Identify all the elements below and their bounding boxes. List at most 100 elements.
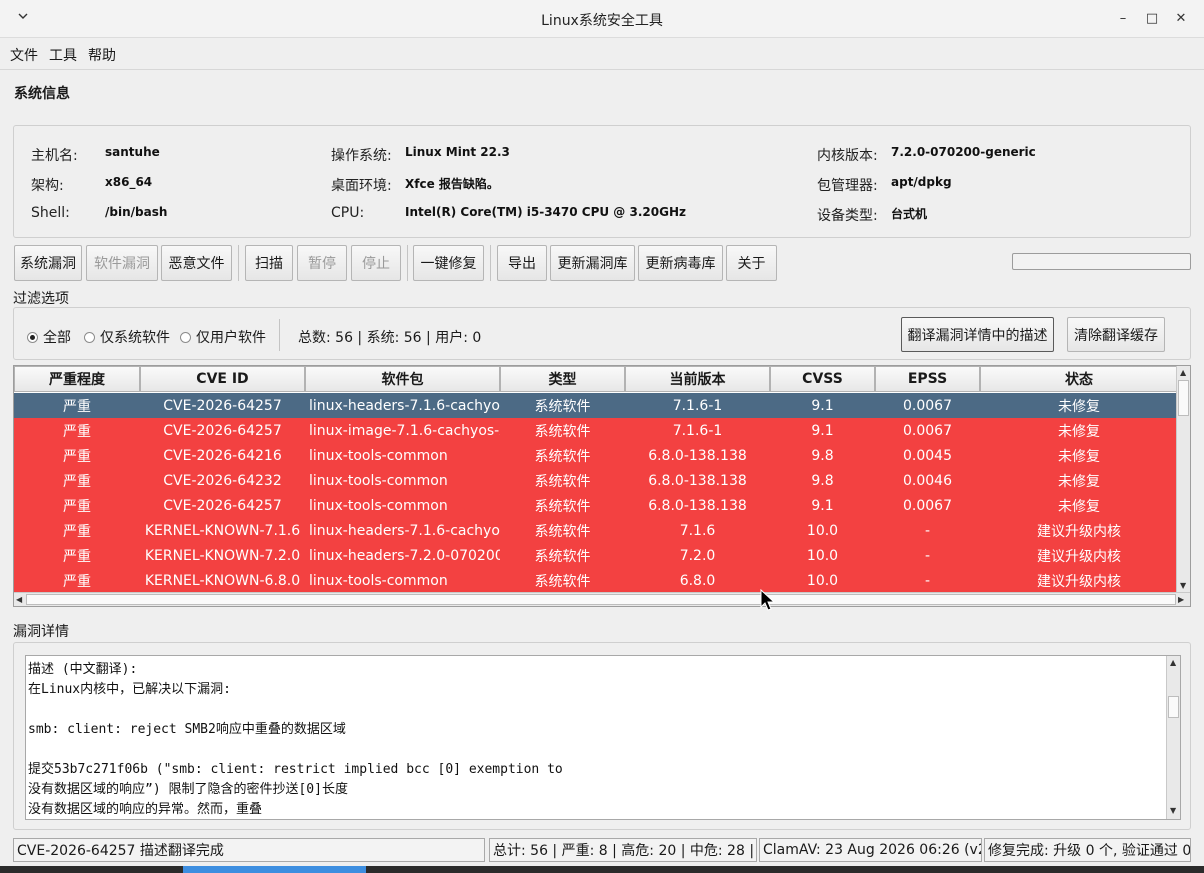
- taskbar: [0, 866, 1204, 873]
- cell-status: 建议升级内核: [1037, 523, 1121, 540]
- table-horizontal-scrollbar[interactable]: ◀ ▶: [14, 592, 1190, 606]
- cell-type: 系统软件: [534, 548, 591, 565]
- radio-all[interactable]: 全部: [27, 327, 71, 347]
- one-click-fix-button[interactable]: 一键修复: [413, 245, 484, 281]
- toolbar-separator: [238, 245, 239, 281]
- table-row[interactable]: 严重 KERNEL-KNOWN-6.8.0 linux-tools-common 系统…: [14, 568, 1178, 593]
- cell-package: linux-tools-common: [309, 497, 448, 514]
- close-button[interactable]: ✕: [1168, 6, 1194, 32]
- scroll-down-icon[interactable]: ▼: [1170, 806, 1176, 816]
- update-virus-db-button[interactable]: 更新病毒库: [638, 245, 723, 281]
- hostname-value: santuhe: [105, 145, 160, 159]
- col-package[interactable]: 软件包: [305, 366, 500, 392]
- col-status[interactable]: 状态: [980, 366, 1178, 392]
- radio-system-only-label: 仅系统软件: [100, 330, 170, 346]
- malware-button[interactable]: 恶意文件: [161, 245, 232, 281]
- details-text-area[interactable]: 描述 (中文翻译): 在Linux内核中，已解决以下漏洞: smb: client:…: [25, 655, 1181, 820]
- scroll-thumb[interactable]: [1178, 380, 1189, 416]
- menu-help[interactable]: 帮助: [88, 45, 116, 65]
- cell-package: linux-headers-7.1.6-cachyos-x: [309, 522, 500, 539]
- details-vertical-scrollbar[interactable]: ▲ ▼: [1166, 656, 1180, 819]
- cell-epss: -: [924, 572, 931, 589]
- arch-label: 架构:: [31, 178, 64, 194]
- minimize-button[interactable]: –: [1110, 6, 1136, 32]
- arch-value: x86_64: [105, 175, 153, 189]
- maximize-button[interactable]: □: [1139, 6, 1165, 32]
- cell-package: linux-image-7.1.6-cachyos-x64: [309, 422, 500, 439]
- software-vuln-button[interactable]: 软件漏洞: [86, 245, 158, 281]
- pause-button[interactable]: 暂停: [297, 245, 347, 281]
- col-cve-id[interactable]: CVE ID: [140, 366, 305, 392]
- system-info-panel: [13, 125, 1191, 238]
- radio-user-only-label: 仅用户软件: [196, 330, 266, 346]
- scroll-down-icon[interactable]: ▼: [1180, 581, 1186, 591]
- cell-severity: 严重: [63, 573, 91, 590]
- os-label: 操作系统:: [331, 148, 392, 164]
- table-row[interactable]: 严重 CVE-2026-64216 linux-tools-common 系统软件 6.…: [14, 443, 1178, 468]
- scroll-up-icon[interactable]: ▲: [1180, 368, 1186, 378]
- cell-epss: -: [924, 522, 931, 539]
- cell-current-version: 6.8.0-138.138: [648, 447, 747, 464]
- cell-status: 未修复: [1058, 423, 1100, 440]
- cell-cvss: 9.1: [811, 497, 834, 514]
- table-row[interactable]: 严重 CVE-2026-64257 linux-tools-common 系统软件 6.…: [14, 493, 1178, 518]
- table-row[interactable]: 严重 CVE-2026-64257 linux-image-7.1.6-cachyo…: [14, 418, 1178, 443]
- clear-translation-cache-button[interactable]: 清除翻译缓存: [1067, 317, 1165, 352]
- scan-button[interactable]: 扫描: [245, 245, 293, 281]
- system-vuln-button[interactable]: 系统漏洞: [14, 245, 82, 281]
- scroll-up-icon[interactable]: ▲: [1170, 658, 1176, 668]
- cell-severity: 严重: [63, 523, 91, 540]
- radio-user-only[interactable]: 仅用户软件: [180, 327, 266, 347]
- table-body: 严重 CVE-2026-64257 linux-headers-7.1.6-cach…: [14, 393, 1178, 593]
- col-epss[interactable]: EPSS: [875, 366, 980, 392]
- scroll-right-icon[interactable]: ▶: [1178, 595, 1184, 605]
- cell-type: 系统软件: [534, 573, 591, 590]
- stop-button[interactable]: 停止: [351, 245, 401, 281]
- cell-status: 未修复: [1058, 398, 1100, 415]
- toolbar-separator: [490, 245, 491, 281]
- cell-severity: 严重: [63, 548, 91, 565]
- cell-status: 建议升级内核: [1037, 548, 1121, 565]
- table-row[interactable]: 严重 KERNEL-KNOWN-7.1.6 linux-headers-7.1.6-…: [14, 518, 1178, 543]
- table-vertical-scrollbar[interactable]: ▲ ▼: [1176, 366, 1190, 593]
- details-line: 没有数据区域的响应”) 限制了隐含的密件抄送[0]长度: [28, 782, 348, 797]
- export-button[interactable]: 导出: [497, 245, 547, 281]
- about-button[interactable]: 关于: [726, 245, 777, 281]
- status-fix: 修复完成: 升级 0 个, 验证通过 0 个: [984, 838, 1191, 862]
- cell-epss: 0.0046: [903, 472, 952, 489]
- col-severity[interactable]: 严重程度: [14, 366, 140, 392]
- scroll-thumb[interactable]: [26, 594, 1176, 605]
- details-line: [28, 700, 563, 720]
- cell-status: 未修复: [1058, 473, 1100, 490]
- cell-cve-id: KERNEL-KNOWN-7.2.0: [144, 547, 301, 564]
- cell-type: 系统软件: [534, 498, 591, 515]
- radio-system-only[interactable]: 仅系统软件: [84, 327, 170, 347]
- cell-status: 建议升级内核: [1037, 573, 1121, 590]
- details-line: 没有数据区域的响应的异常。然而，重叠: [28, 802, 263, 817]
- radio-unchecked-icon: [84, 331, 95, 343]
- cell-package: linux-headers-7.2.0-070200: [309, 547, 500, 564]
- scroll-left-icon[interactable]: ◀: [16, 595, 22, 605]
- col-current-version[interactable]: 当前版本: [625, 366, 770, 392]
- menu-tools[interactable]: 工具: [49, 45, 77, 65]
- table-row[interactable]: 严重 CVE-2026-64257 linux-headers-7.1.6-cach…: [14, 393, 1178, 418]
- vuln-table[interactable]: 严重程度 CVE ID 软件包 类型 当前版本 CVSS EPSS 状态 严重 C…: [13, 365, 1191, 607]
- col-type[interactable]: 类型: [500, 366, 625, 392]
- cell-cve-id: KERNEL-KNOWN-6.8.0: [144, 572, 301, 589]
- cell-package: linux-headers-7.1.6-cachyos-x: [309, 397, 500, 414]
- menu-file[interactable]: 文件: [10, 45, 38, 65]
- cell-status: 未修复: [1058, 498, 1100, 515]
- scroll-thumb[interactable]: [1168, 696, 1179, 718]
- cpu-value: Intel(R) Core(TM) i5-3470 CPU @ 3.20GHz: [405, 205, 686, 219]
- col-cvss[interactable]: CVSS: [770, 366, 875, 392]
- taskbar-active-item[interactable]: [183, 866, 366, 873]
- update-vuln-db-button[interactable]: 更新漏洞库: [550, 245, 635, 281]
- cell-severity: 严重: [63, 423, 91, 440]
- cell-severity: 严重: [63, 398, 91, 415]
- table-row[interactable]: 严重 KERNEL-KNOWN-7.2.0 linux-headers-7.2.0-…: [14, 543, 1178, 568]
- translate-details-button[interactable]: 翻译漏洞详情中的描述: [901, 317, 1054, 352]
- table-row[interactable]: 严重 CVE-2026-64232 linux-tools-common 系统软件 6.…: [14, 468, 1178, 493]
- details-line: 在Linux内核中，已解决以下漏洞:: [28, 682, 231, 697]
- device-type-label: 设备类型:: [817, 208, 878, 224]
- cell-cve-id: CVE-2026-64257: [163, 397, 282, 414]
